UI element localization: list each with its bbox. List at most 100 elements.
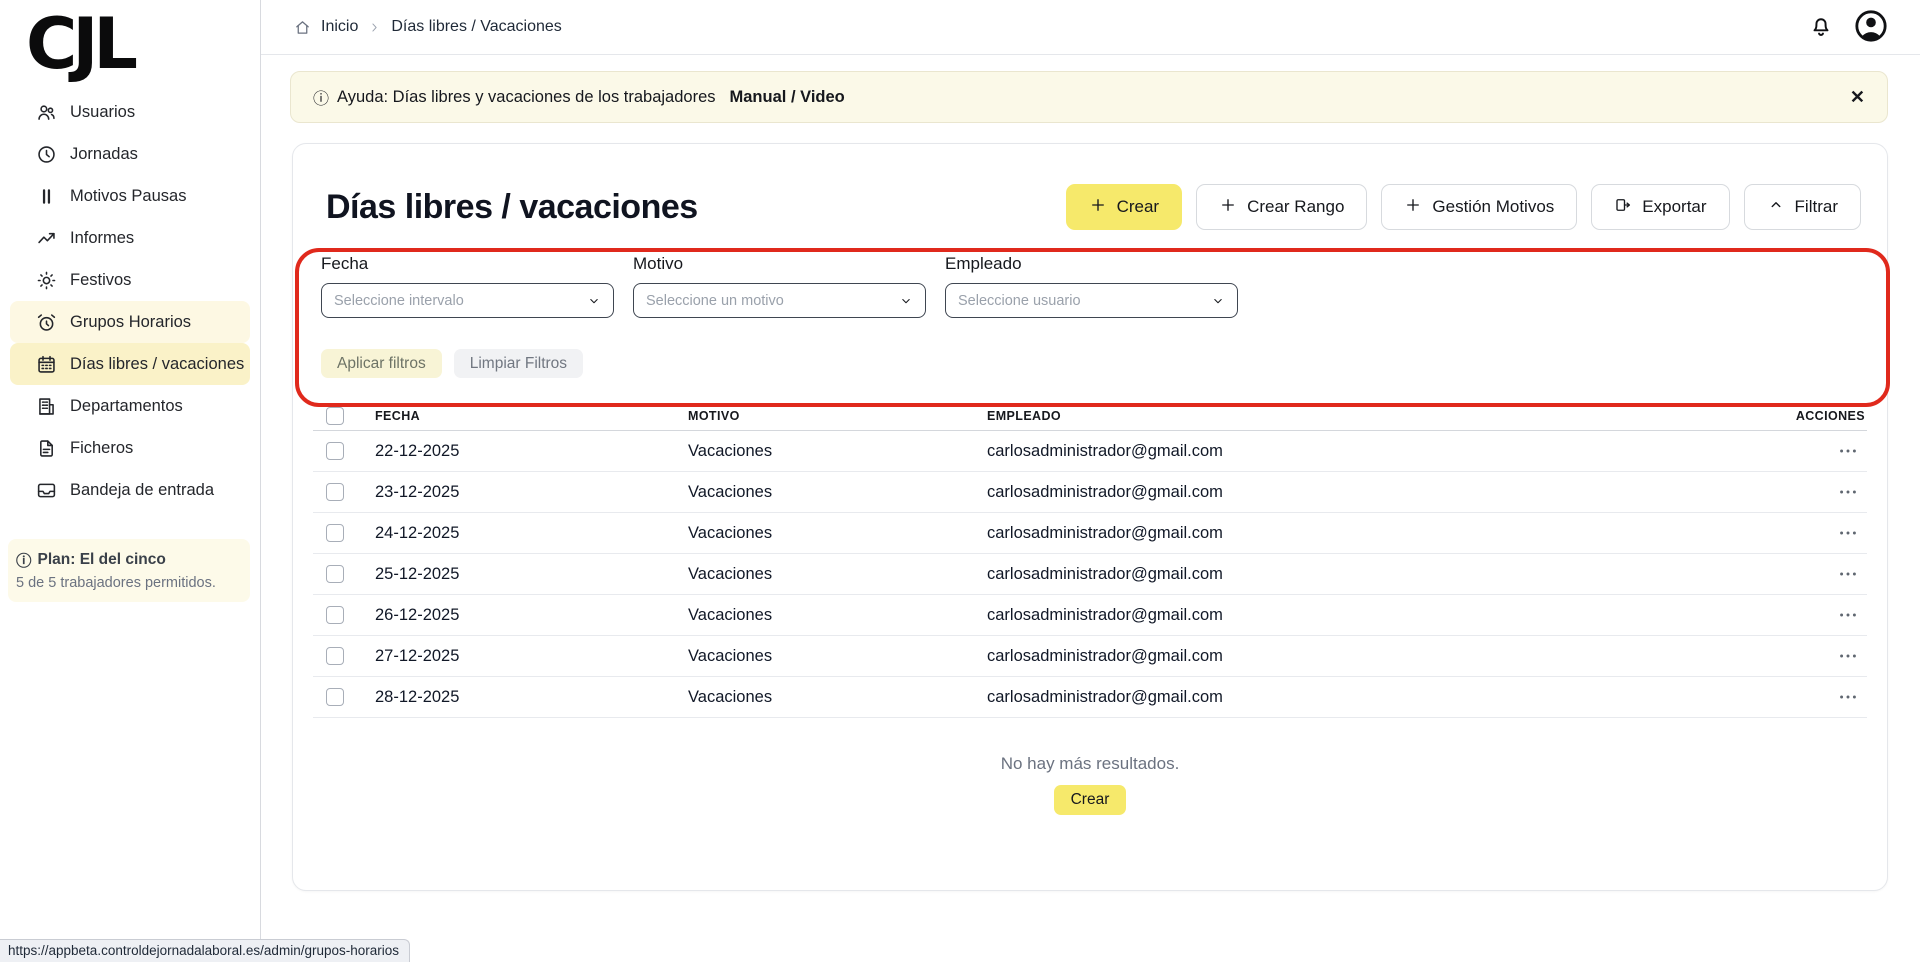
gestion-motivos-button[interactable]: Gestión Motivos	[1381, 184, 1577, 230]
help-banner-text: Ayuda: Días libres y vacaciones de los t…	[337, 88, 716, 107]
help-manual-video-links[interactable]: Manual / Video	[730, 88, 845, 107]
account-button[interactable]	[1854, 9, 1888, 46]
cell-empleado: carlosadministrador@gmail.com	[987, 565, 1757, 584]
cell-fecha: 28-12-2025	[375, 688, 688, 707]
sidebar-item-label: Informes	[70, 229, 134, 248]
calendar-icon	[36, 354, 57, 375]
cell-empleado: carlosadministrador@gmail.com	[987, 688, 1757, 707]
row-actions-button[interactable]	[1757, 686, 1867, 708]
button-label: Filtrar	[1795, 197, 1838, 217]
column-header-acciones: ACCIONES	[1757, 409, 1867, 423]
sidebar-item-jornadas[interactable]: Jornadas	[10, 133, 250, 175]
sidebar-item-label: Festivos	[70, 271, 131, 290]
sun-icon	[36, 270, 57, 291]
trending-up-icon	[36, 228, 57, 249]
breadcrumb-home-link[interactable]: Inicio	[321, 18, 358, 36]
row-actions-button[interactable]	[1757, 563, 1867, 585]
building-icon	[36, 396, 57, 417]
users-icon	[36, 102, 57, 123]
row-checkbox[interactable]	[326, 606, 344, 624]
no-more-results-text: No hay más resultados.	[313, 754, 1867, 774]
sidebar-item-dias-libres-vacaciones[interactable]: Días libres / vacaciones	[10, 343, 250, 385]
button-label: Crear	[1117, 197, 1160, 217]
file-icon	[36, 438, 57, 459]
cell-motivo: Vacaciones	[688, 606, 987, 625]
crear-button[interactable]: Crear	[1066, 184, 1183, 230]
motivo-select[interactable]: Seleccione un motivo	[633, 283, 926, 318]
sidebar-item-label: Grupos Horarios	[70, 313, 191, 332]
exportar-button[interactable]: Exportar	[1591, 184, 1729, 230]
info-icon: ⓘ	[16, 549, 32, 571]
sidebar-item-departamentos[interactable]: Departamentos	[10, 385, 250, 427]
cell-motivo: Vacaciones	[688, 565, 987, 584]
sidebar-item-label: Departamentos	[70, 397, 183, 416]
sidebar-item-usuarios[interactable]: Usuarios	[10, 91, 250, 133]
filters-section: Fecha Seleccione intervalo Motivo Selecc…	[293, 230, 1887, 378]
crear-rango-button[interactable]: Crear Rango	[1196, 184, 1367, 230]
bell-icon	[1808, 13, 1834, 42]
column-header-motivo: MOTIVO	[688, 409, 987, 423]
row-checkbox[interactable]	[326, 483, 344, 501]
app-logo[interactable]: CJL	[0, 0, 260, 83]
notifications-button[interactable]	[1808, 13, 1834, 42]
fecha-select[interactable]: Seleccione intervalo	[321, 283, 614, 318]
plan-title-text: Plan: El del cinco	[38, 551, 166, 569]
select-placeholder: Seleccione un motivo	[646, 293, 784, 309]
home-icon	[294, 19, 311, 36]
column-header-empleado: EMPLEADO	[987, 409, 1757, 423]
button-label: Gestión Motivos	[1432, 197, 1554, 217]
apply-filters-button[interactable]: Aplicar filtros	[321, 349, 442, 378]
cell-empleado: carlosadministrador@gmail.com	[987, 524, 1757, 543]
close-banner-button[interactable]: ✕	[1850, 87, 1865, 108]
row-checkbox[interactable]	[326, 442, 344, 460]
cell-fecha: 22-12-2025	[375, 442, 688, 461]
row-actions-button[interactable]	[1757, 522, 1867, 544]
select-placeholder: Seleccione usuario	[958, 293, 1081, 309]
row-checkbox[interactable]	[326, 524, 344, 542]
cell-empleado: carlosadministrador@gmail.com	[987, 647, 1757, 666]
row-checkbox[interactable]	[326, 647, 344, 665]
table-body: 22-12-2025 Vacaciones carlosadministrado…	[313, 431, 1867, 718]
user-avatar-icon	[1854, 9, 1888, 46]
row-checkbox[interactable]	[326, 688, 344, 706]
page-actions: Crear Crear Rango Gestión Motivos Export…	[1066, 184, 1861, 230]
row-actions-button[interactable]	[1757, 604, 1867, 626]
table-row: 27-12-2025 Vacaciones carlosadministrado…	[313, 636, 1867, 677]
row-actions-button[interactable]	[1757, 645, 1867, 667]
sidebar-nav: Usuarios Jornadas Motivos Pausas Informe…	[0, 91, 260, 511]
filtrar-button[interactable]: Filtrar	[1744, 184, 1861, 230]
empleado-select[interactable]: Seleccione usuario	[945, 283, 1238, 318]
sidebar-item-motivos-pausas[interactable]: Motivos Pausas	[10, 175, 250, 217]
cell-fecha: 27-12-2025	[375, 647, 688, 666]
row-actions-button[interactable]	[1757, 481, 1867, 503]
table-header-row: FECHA MOTIVO EMPLEADO ACCIONES	[313, 401, 1867, 431]
cell-empleado: carlosadministrador@gmail.com	[987, 442, 1757, 461]
sidebar-item-grupos-horarios[interactable]: Grupos Horarios	[10, 301, 250, 343]
table-row: 28-12-2025 Vacaciones carlosadministrado…	[313, 677, 1867, 718]
clear-filters-button[interactable]: Limpiar Filtros	[454, 349, 583, 378]
breadcrumb-current: Días libres / Vacaciones	[391, 18, 561, 36]
row-actions-button[interactable]	[1757, 440, 1867, 462]
filter-fields: Fecha Seleccione intervalo Motivo Selecc…	[321, 254, 1887, 318]
sidebar-item-festivos[interactable]: Festivos	[10, 259, 250, 301]
sidebar-item-ficheros[interactable]: Ficheros	[10, 427, 250, 469]
card-header: Días libres / vacaciones Crear Crear Ran…	[293, 144, 1887, 230]
sidebar-item-label: Ficheros	[70, 439, 133, 458]
main-area: Inicio Días libres / Vacaciones ⓘ Ayuda:…	[261, 0, 1920, 962]
plus-icon	[1089, 196, 1107, 219]
column-header-fecha: FECHA	[375, 409, 688, 423]
vacations-table: FECHA MOTIVO EMPLEADO ACCIONES 22-12-202…	[313, 401, 1867, 815]
sidebar-item-bandeja-de-entrada[interactable]: Bandeja de entrada	[10, 469, 250, 511]
cell-empleado: carlosadministrador@gmail.com	[987, 606, 1757, 625]
cell-fecha: 24-12-2025	[375, 524, 688, 543]
sidebar-item-informes[interactable]: Informes	[10, 217, 250, 259]
select-all-checkbox[interactable]	[326, 407, 344, 425]
plan-subtitle: 5 de 5 trabajadores permitidos.	[16, 575, 240, 591]
plan-box: ⓘ Plan: El del cinco 5 de 5 trabajadores…	[8, 539, 250, 602]
export-icon	[1614, 196, 1632, 219]
row-checkbox[interactable]	[326, 565, 344, 583]
table-row: 23-12-2025 Vacaciones carlosadministrado…	[313, 472, 1867, 513]
create-bottom-button[interactable]: Crear	[1054, 785, 1127, 815]
filter-actions: Aplicar filtros Limpiar Filtros	[321, 349, 1887, 378]
sidebar: CJL Usuarios Jornadas Motivos Pausas Inf…	[0, 0, 261, 962]
